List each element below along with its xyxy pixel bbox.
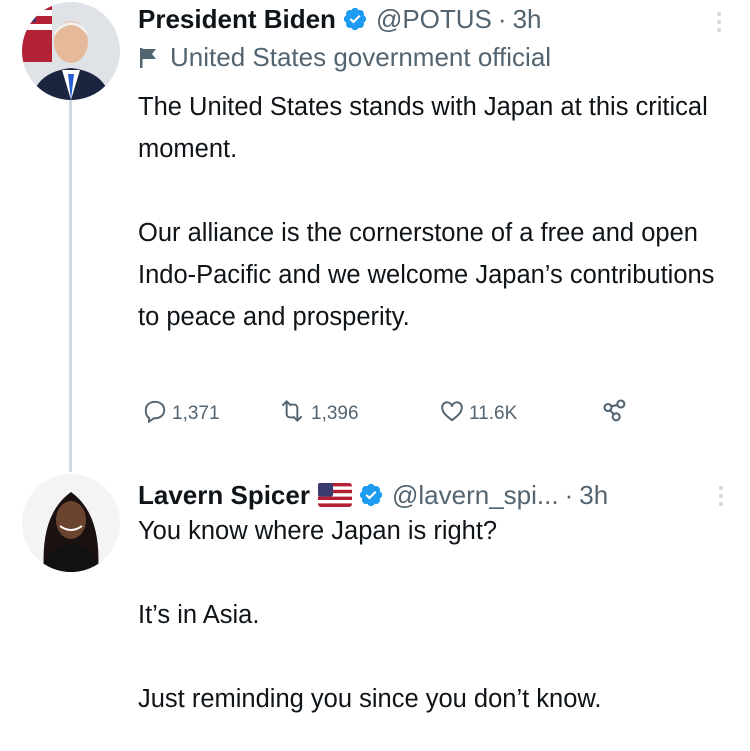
share-icon bbox=[601, 397, 633, 431]
government-flag-icon bbox=[138, 46, 160, 70]
more-icon[interactable] bbox=[716, 10, 722, 39]
reply-icon bbox=[142, 398, 172, 430]
like-icon bbox=[439, 398, 469, 430]
action-bar: 1,371 1,396 11.6K bbox=[142, 396, 633, 432]
like-button[interactable]: 11.6K bbox=[439, 398, 601, 430]
tweet-timestamp[interactable]: 3h bbox=[579, 480, 608, 511]
retweet-button[interactable]: 1,396 bbox=[277, 398, 439, 430]
tweet-text: The United States stands with Japan at t… bbox=[138, 86, 738, 338]
tweet-paragraph: It’s in Asia. bbox=[138, 601, 260, 629]
author-name[interactable]: President Biden bbox=[138, 4, 336, 35]
tweet-paragraph: Just reminding you since you don’t know. bbox=[138, 685, 602, 713]
account-label-text: United States government official bbox=[170, 42, 552, 72]
tweet-header: Lavern Spicer @lavern_spi... · 3h bbox=[138, 476, 608, 514]
tweet-paragraph: The United States stands with Japan at t… bbox=[138, 93, 708, 163]
share-button[interactable] bbox=[601, 397, 633, 431]
author-handle[interactable]: @POTUS bbox=[376, 4, 492, 35]
tweet-paragraph: Our alliance is the cornerstone of a fre… bbox=[138, 219, 715, 331]
avatar-president-biden[interactable] bbox=[22, 2, 120, 100]
retweet-icon bbox=[277, 398, 311, 430]
reply-button[interactable]: 1,371 bbox=[142, 398, 277, 430]
separator-dot: · bbox=[564, 479, 574, 510]
author-handle[interactable]: @lavern_spi... bbox=[392, 480, 559, 511]
retweet-count: 1,396 bbox=[311, 403, 359, 424]
more-icon[interactable] bbox=[718, 484, 724, 513]
verified-badge-icon bbox=[342, 6, 368, 32]
tweet-timestamp[interactable]: 3h bbox=[513, 4, 542, 35]
us-flag-emoji bbox=[317, 483, 352, 507]
avatar-lavern-spicer[interactable] bbox=[22, 474, 120, 572]
reply-count: 1,371 bbox=[172, 403, 220, 424]
account-label[interactable]: United States government official bbox=[138, 42, 551, 73]
like-count: 11.6K bbox=[469, 403, 518, 424]
separator-dot: · bbox=[497, 3, 507, 34]
tweet-paragraph: You know where Japan is right? bbox=[138, 517, 498, 545]
tweet-text: You know where Japan is right? It’s in A… bbox=[138, 510, 738, 720]
verified-badge-icon bbox=[358, 482, 384, 508]
author-name[interactable]: Lavern Spicer bbox=[138, 480, 310, 511]
tweet-header: President Biden @POTUS · 3h bbox=[138, 0, 542, 38]
thread-connector-line bbox=[69, 100, 72, 472]
